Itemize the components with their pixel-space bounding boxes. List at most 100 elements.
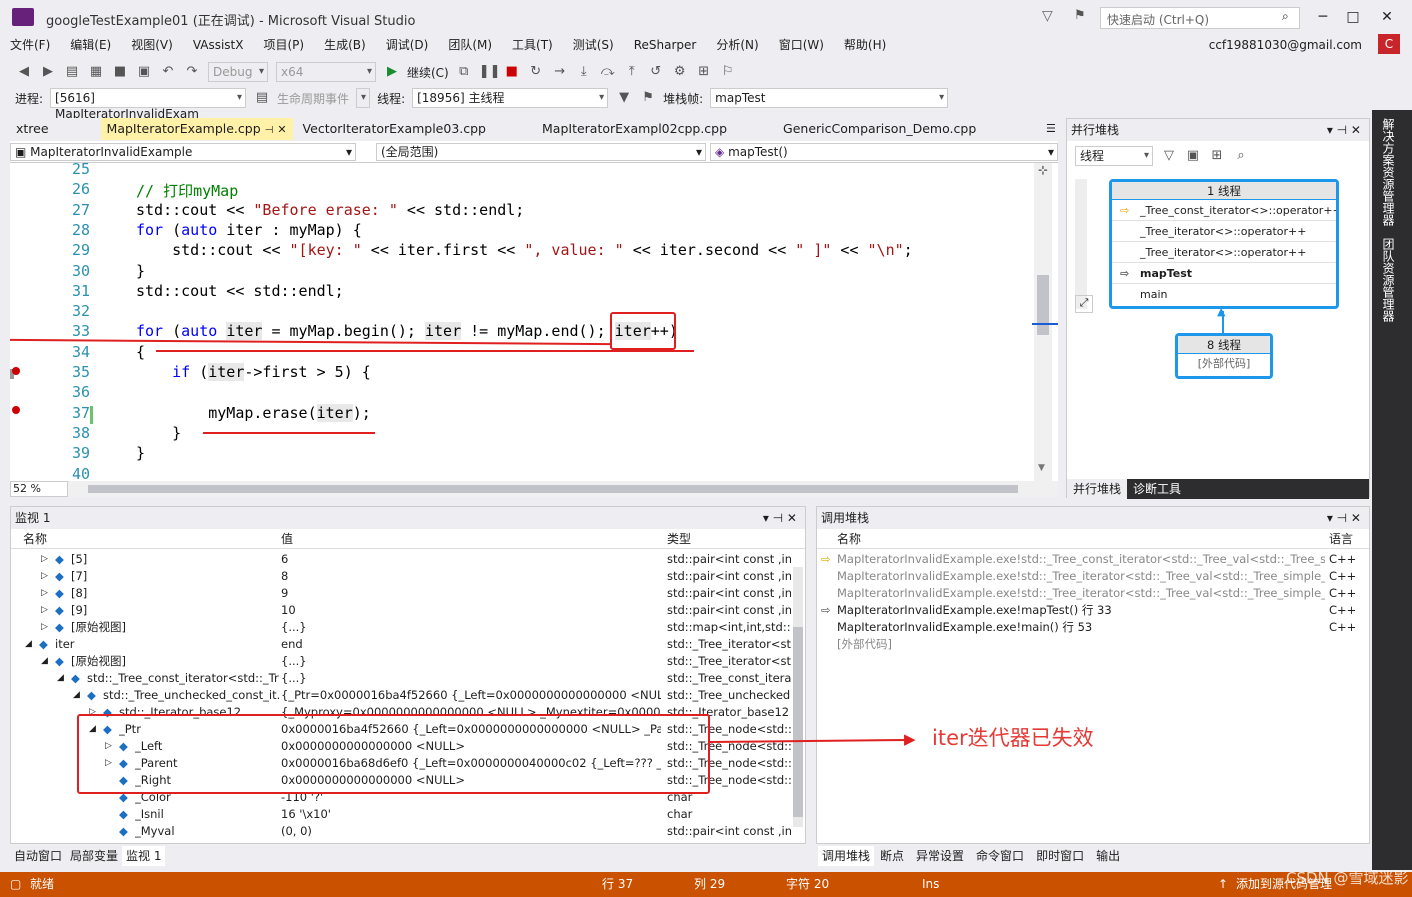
zoom-icon[interactable]: ⌕ <box>1232 147 1250 165</box>
close-button[interactable]: ✕ <box>1372 6 1402 28</box>
stack-frame-select[interactable]: mapTest <box>710 88 949 108</box>
watch-value[interactable]: 8 <box>281 568 661 585</box>
stack-frame-active[interactable]: ⇨ mapTest <box>1112 263 1336 284</box>
save-icon[interactable]: ■ <box>111 63 129 81</box>
lifecycle-dropdown[interactable] <box>356 88 371 108</box>
close-tab-icon[interactable]: ✕ <box>277 123 286 136</box>
watch-row[interactable]: ▷ ◆ [7] 8 std::pair<int const ,in... <box>11 568 805 585</box>
solution-explorer-tab[interactable]: 解决方案资源管理器 <box>1380 118 1397 226</box>
menu-item[interactable]: 窗口(W) <box>769 34 834 58</box>
tab-call-stack[interactable]: 调用堆栈 <box>818 846 875 866</box>
restart-icon[interactable]: ↻ <box>527 63 545 81</box>
expand-icon[interactable]: ▷ <box>41 602 48 619</box>
scroll-down-icon[interactable]: ▼ <box>1038 463 1045 473</box>
editor-vertical-scrollbar[interactable]: ⊹ ▼ <box>1034 163 1052 481</box>
watch-row[interactable]: ◆ _Isnil 16 '\x10' char <box>11 806 805 823</box>
watch-row[interactable]: ◢ ◆ std::_Tree_const_iterator<std::_Tre...… <box>11 670 805 687</box>
code-line[interactable]: myMap.erase(iter); <box>136 403 371 422</box>
menu-item[interactable]: 工具(T) <box>502 34 563 58</box>
tab-immediate-window[interactable]: 即时窗口 <box>1030 846 1090 866</box>
stack-frame[interactable]: _Tree_iterator<>::operator++ <box>1112 221 1336 242</box>
tab-xtree[interactable]: xtree <box>10 118 55 140</box>
watch-row[interactable]: ▷ ◆ [原始视图] {...} std::map<int,int,std::l... <box>11 619 805 636</box>
process-select[interactable]: [5616] MapIteratorInvalidExam <box>50 88 247 121</box>
show-next-statement-icon[interactable]: → <box>551 63 569 81</box>
watch-row[interactable]: ◢ ◆ [原始视图] {...} std::_Tree_iterator<st... <box>11 653 805 670</box>
thread-select[interactable]: [18956] 主线程 <box>412 88 609 108</box>
code-line[interactable]: { <box>136 343 145 361</box>
zoom-select[interactable]: 52 % <box>10 481 68 497</box>
watch-value[interactable]: (0, 0) <box>281 823 661 840</box>
watch-row[interactable]: ▷ ◆ [9] 10 std::pair<int const ,in... <box>11 602 805 619</box>
stack-box-main-thread[interactable]: 1 线程 ⇨ _Tree_const_iterator<>::operator++… <box>1109 179 1339 309</box>
tab-locals[interactable]: 局部变量 <box>66 846 122 866</box>
menu-item[interactable]: 分析(N) <box>706 34 768 58</box>
watch-value[interactable]: 6 <box>281 551 661 568</box>
menu-item[interactable]: 生成(B) <box>314 34 376 58</box>
flag-icon[interactable]: ⚑ <box>639 89 657 107</box>
open-file-icon[interactable]: ▦ <box>87 63 105 81</box>
maximize-button[interactable]: □ <box>1338 6 1368 28</box>
scope-select[interactable]: (全局范围) ▾ <box>376 143 706 161</box>
collapse-icon[interactable]: ◢ <box>25 636 32 653</box>
bookmark-icon[interactable]: ⚐ <box>719 63 737 81</box>
pause-icon[interactable]: ❚❚ <box>479 63 501 81</box>
watch-row[interactable]: ▷ ◆ [8] 9 std::pair<int const ,in... <box>11 585 805 602</box>
expand-icon[interactable]: ▷ <box>41 568 48 585</box>
stop-icon[interactable]: ■ <box>503 63 521 81</box>
code-editor[interactable]: 25 26 // 打印myMap 27 std::cout << "Before era… <box>10 163 1058 481</box>
watch-value[interactable]: end <box>281 636 661 653</box>
fit-icon[interactable]: ⤢ <box>1075 295 1093 313</box>
code-line[interactable]: // 打印myMap <box>136 180 238 201</box>
step-into-icon[interactable]: ⤓ <box>575 63 593 81</box>
tab-output[interactable]: 输出 <box>1090 846 1126 866</box>
diagnostic-icon[interactable]: ⚙ <box>671 63 689 81</box>
call-stack-row[interactable]: MapIteratorInvalidExample.exe!main() 行 5… <box>817 619 1369 636</box>
code-line[interactable]: } <box>136 424 181 442</box>
step-over-icon[interactable]: ⤼ <box>599 63 617 81</box>
redo-icon[interactable]: ↷ <box>183 63 201 81</box>
new-project-icon[interactable]: ▤ <box>63 63 81 81</box>
stack-frame[interactable]: main <box>1112 284 1336 305</box>
tab-parallel-stacks[interactable]: 并行堆栈 <box>1067 479 1128 499</box>
menu-item[interactable]: 团队(M) <box>438 34 502 58</box>
tab-genericcomparison[interactable]: GenericComparison_Demo.cpp <box>777 118 982 140</box>
tab-breakpoints[interactable]: 断点 <box>874 846 910 866</box>
filter-icon[interactable]: ▽ <box>1042 8 1053 24</box>
expand-icon[interactable]: ▷ <box>41 585 48 602</box>
expand-icon[interactable]: ▷ <box>41 619 48 636</box>
filter-icon[interactable]: ▽ <box>1160 147 1178 165</box>
menu-item[interactable]: 项目(P) <box>253 34 314 58</box>
horizontal-scroll-thumb[interactable] <box>88 485 1018 493</box>
breakpoint-icon[interactable] <box>12 406 20 414</box>
layout-icon[interactable]: ⊞ <box>695 63 713 81</box>
tab-mapiteratorexample[interactable]: MapIteratorExample.cpp ⊣ ✕ <box>100 118 293 140</box>
quick-launch-input[interactable]: 快速启动 (Ctrl+Q) <box>1100 7 1300 29</box>
watch-value[interactable]: {_Ptr=0x0000016ba4f52660 {_Left=0x000000… <box>281 687 661 704</box>
stack-box-external[interactable]: 8 线程 [外部代码] <box>1175 333 1273 379</box>
account-avatar[interactable]: C <box>1378 34 1400 54</box>
code-line[interactable]: std::cout << "[key: " << iter.first << "… <box>136 241 913 259</box>
project-select[interactable]: ▣ MapIteratorInvalidExample ▾ <box>10 143 356 161</box>
split-icon[interactable]: ⊹ <box>1036 163 1050 177</box>
tab-mapiteratorexampl02cpp[interactable]: MapIteratorExampl02cpp.cpp <box>536 118 733 140</box>
collapse-icon[interactable]: ◢ <box>57 670 64 687</box>
view-select[interactable]: 线程 <box>1075 146 1153 166</box>
account-name[interactable]: ccf19881030@gmail.com <box>1209 38 1362 52</box>
code-line[interactable]: if (iter->first > 5) { <box>136 363 371 381</box>
continue-button[interactable]: 继续(C) <box>407 64 449 81</box>
breakpoint-icon[interactable] <box>12 367 20 375</box>
watch-row[interactable]: ◆ _Myval (0, 0) std::pair<int const ,in... <box>11 823 805 840</box>
save-all-icon[interactable]: ▣ <box>135 63 153 81</box>
forward-icon[interactable]: ▶ <box>39 63 57 81</box>
stack-frame[interactable]: [外部代码] <box>1178 354 1270 374</box>
stack-frame[interactable]: _Tree_iterator<>::operator++ <box>1112 242 1336 263</box>
column-name[interactable]: 名称 <box>837 529 861 549</box>
menu-item[interactable]: 测试(S) <box>563 34 624 58</box>
tab-diagnostic-tools[interactable]: 诊断工具 <box>1127 479 1187 499</box>
watch-value[interactable]: 10 <box>281 602 661 619</box>
menu-item[interactable]: 文件(F) <box>0 34 60 58</box>
watch-value[interactable]: {...} <box>281 670 661 687</box>
menu-item[interactable]: 帮助(H) <box>834 34 896 58</box>
watch-scrollbar[interactable] <box>793 567 803 827</box>
